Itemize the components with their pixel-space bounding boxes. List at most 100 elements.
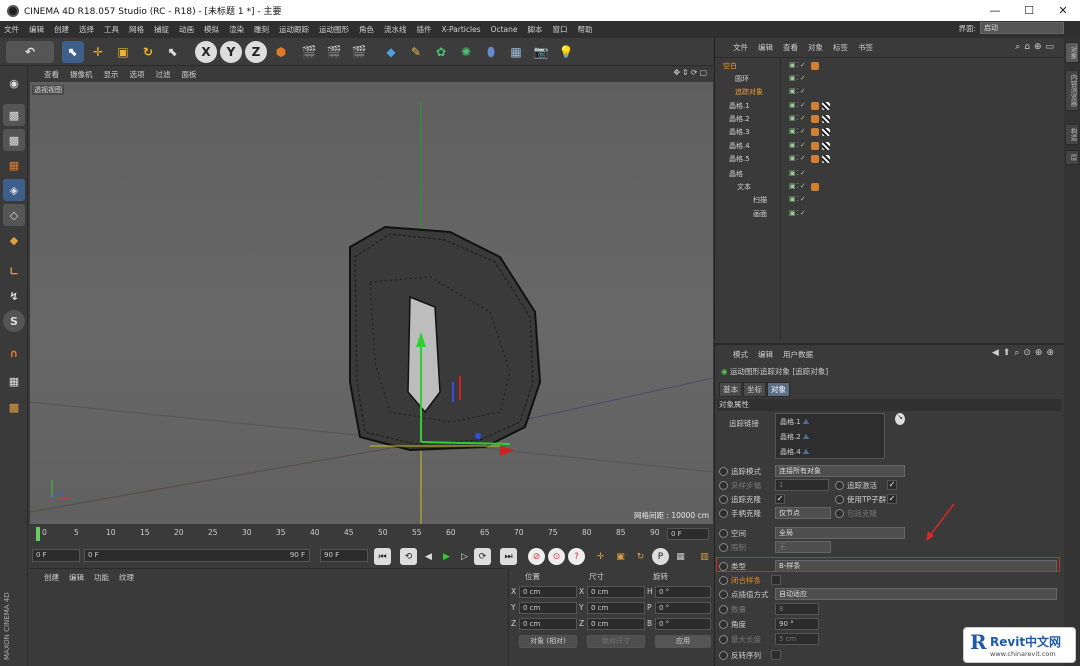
object-row[interactable]: 晶格.3 ▣⁚✓	[719, 126, 1059, 139]
texture-mode-icon[interactable]: ▩	[3, 129, 25, 151]
go-to-end-icon[interactable]: ⏭	[500, 548, 517, 565]
viewport-menu-cameras[interactable]: 摄像机	[70, 69, 93, 80]
menu-plugins[interactable]: 插件	[417, 24, 432, 35]
keyframe-radio[interactable]	[719, 509, 728, 518]
object-row[interactable]: 画面 ▣⁚✓	[719, 208, 1059, 221]
rotation-p-field[interactable]: 0 °	[655, 602, 711, 614]
light-icon[interactable]: 💡	[555, 41, 577, 63]
menu-mesh[interactable]: 网格	[129, 24, 144, 35]
next-key-icon[interactable]: ⟳	[474, 548, 491, 565]
object-row[interactable]: 晶格.5 ▣⁚✓	[719, 153, 1059, 166]
object-visibility-icons[interactable]: ▣⁚✓	[789, 182, 865, 190]
recent-tool-icon[interactable]: ⬉	[162, 41, 184, 63]
am-menu-edit[interactable]: 编辑	[758, 349, 773, 360]
workplane-icon[interactable]: ▦	[3, 154, 25, 176]
keyframe-radio[interactable]	[835, 509, 844, 518]
menu-mograph[interactable]: 运动图形	[319, 24, 349, 35]
next-frame-icon[interactable]: ▷	[456, 548, 473, 565]
om-menu-view[interactable]: 查看	[783, 42, 798, 53]
interpolation-select[interactable]: 自动适应	[775, 588, 1057, 600]
menu-help[interactable]: 帮助	[578, 24, 593, 35]
axis-mode-icon[interactable]: ∟	[3, 260, 25, 282]
render-view-icon[interactable]: 🎬	[298, 41, 320, 63]
move-icon[interactable]: ✛	[87, 41, 109, 63]
object-visibility-icons[interactable]: ▣⁚✓	[789, 169, 865, 177]
am-nav-icons[interactable]: ◀⬆⌕⊙⊕⊕	[992, 348, 1058, 358]
snap-icon[interactable]: S	[3, 310, 25, 332]
undo-icon[interactable]: ↶	[6, 41, 54, 63]
link-pick-icon[interactable]: ↘	[895, 413, 905, 425]
tweak-icon[interactable]: ↯	[3, 285, 25, 307]
tab-coord[interactable]: 坐标	[743, 382, 766, 397]
key-position-icon[interactable]: ✛	[592, 548, 609, 565]
key-parameter-icon[interactable]: P	[652, 548, 669, 565]
handle-clone-select[interactable]: 仅节点	[775, 507, 831, 519]
record-active-objects-icon[interactable]: ⊘	[528, 548, 545, 565]
coordinate-system-icon[interactable]: ⬢	[270, 41, 292, 63]
closed-spline-checkbox[interactable]	[771, 575, 781, 585]
grid-icon[interactable]: ▩	[3, 396, 25, 418]
om-menu-bookmarks[interactable]: 书签	[858, 42, 873, 53]
y-axis-icon[interactable]: Y	[220, 41, 242, 63]
object-visibility-icons[interactable]: ▣⁚✓	[789, 87, 865, 95]
points-mode-icon[interactable]: ◈	[3, 179, 25, 201]
z-axis-icon[interactable]: Z	[245, 41, 267, 63]
current-frame-field[interactable]: 0 F	[667, 528, 709, 540]
render-picture-viewer-icon[interactable]: 🎬	[323, 41, 345, 63]
object-visibility-icons[interactable]: ▣⁚✓	[789, 74, 865, 82]
object-visibility-icons[interactable]: ▣⁚✓	[789, 209, 865, 217]
material-menu-texture[interactable]: 纹理	[119, 572, 134, 583]
size-z-field[interactable]: 0 cm	[587, 618, 645, 630]
x-axis-icon[interactable]: X	[195, 41, 217, 63]
timeline-window-icon[interactable]: ▥	[696, 548, 713, 565]
preview-range-slider[interactable]: 0 F 90 F	[84, 549, 310, 562]
track-clones-checkbox[interactable]: ✓	[775, 494, 785, 504]
trace-link-list[interactable]: 晶格.1 ⟁ 晶格.2 ⟁ 晶格.4 ⟁	[775, 413, 885, 459]
viewport-menu-panel[interactable]: 面板	[182, 69, 197, 80]
rotation-h-field[interactable]: 0 °	[655, 586, 711, 598]
key-pla-icon[interactable]: ▦	[672, 548, 689, 565]
material-menu-edit[interactable]: 编辑	[69, 572, 84, 583]
size-x-field[interactable]: 0 cm	[587, 586, 645, 598]
keyframe-selection-icon[interactable]: ?	[568, 548, 585, 565]
go-to-start-icon[interactable]: ⏮	[374, 548, 391, 565]
object-row[interactable]: 晶格 ▣⁚✓	[719, 168, 1059, 181]
size-y-field[interactable]: 0 cm	[587, 602, 645, 614]
object-row[interactable]: 扫描 ▣⁚✓	[719, 194, 1059, 207]
am-menu-user-data[interactable]: 用户数据	[783, 349, 813, 360]
menu-snap[interactable]: 捕捉	[154, 24, 169, 35]
menu-script[interactable]: 脚本	[528, 24, 543, 35]
position-z-field[interactable]: 0 cm	[519, 618, 577, 630]
subdivision-icon[interactable]: ✿	[430, 41, 452, 63]
track-item[interactable]: 晶格.4 ⟁	[780, 447, 809, 457]
autokey-icon[interactable]: ⊙	[548, 548, 565, 565]
keyframe-radio[interactable]	[719, 576, 728, 585]
tab-object[interactable]: 对象	[767, 382, 790, 397]
object-visibility-icons[interactable]: ▣⁚✓	[789, 195, 865, 203]
object-row[interactable]: 追踪对象 ▣⁚✓	[719, 86, 1059, 99]
keyframe-radio[interactable]	[835, 481, 844, 490]
keyframe-radio[interactable]	[719, 467, 728, 476]
keyframe-radio[interactable]	[719, 620, 728, 629]
menu-create[interactable]: 创建	[54, 24, 69, 35]
menu-tools[interactable]: 工具	[104, 24, 119, 35]
menu-octane[interactable]: Octane	[491, 25, 518, 34]
space-select[interactable]: 全局	[775, 527, 905, 539]
size-mode-select[interactable]: 绝对尺寸	[587, 635, 645, 648]
angle-field[interactable]: 90 °	[775, 618, 819, 630]
keyframe-radio[interactable]	[719, 590, 728, 599]
limit-select[interactable]: 无	[775, 541, 831, 553]
cloner-icon[interactable]: ✺	[455, 41, 477, 63]
count-field[interactable]: 8	[775, 603, 819, 615]
menu-simulate[interactable]: 模拟	[204, 24, 219, 35]
tab-basic[interactable]: 基本	[719, 382, 742, 397]
object-row[interactable]: 文本 ▣⁚✓	[719, 181, 1059, 194]
magnet-icon[interactable]: ∩	[3, 342, 25, 364]
live-selection-icon[interactable]: ⬉	[62, 41, 84, 63]
track-item[interactable]: 晶格.1 ⟁	[780, 417, 809, 427]
end-frame-field[interactable]: 90 F	[320, 549, 368, 562]
timeline[interactable]: 0 5 10 15 20 25 30 35 40 45 50 55 60 65 …	[30, 525, 713, 543]
keyframe-radio[interactable]	[719, 605, 728, 614]
keyframe-radio[interactable]	[719, 495, 728, 504]
rotation-b-field[interactable]: 0 °	[655, 618, 711, 630]
